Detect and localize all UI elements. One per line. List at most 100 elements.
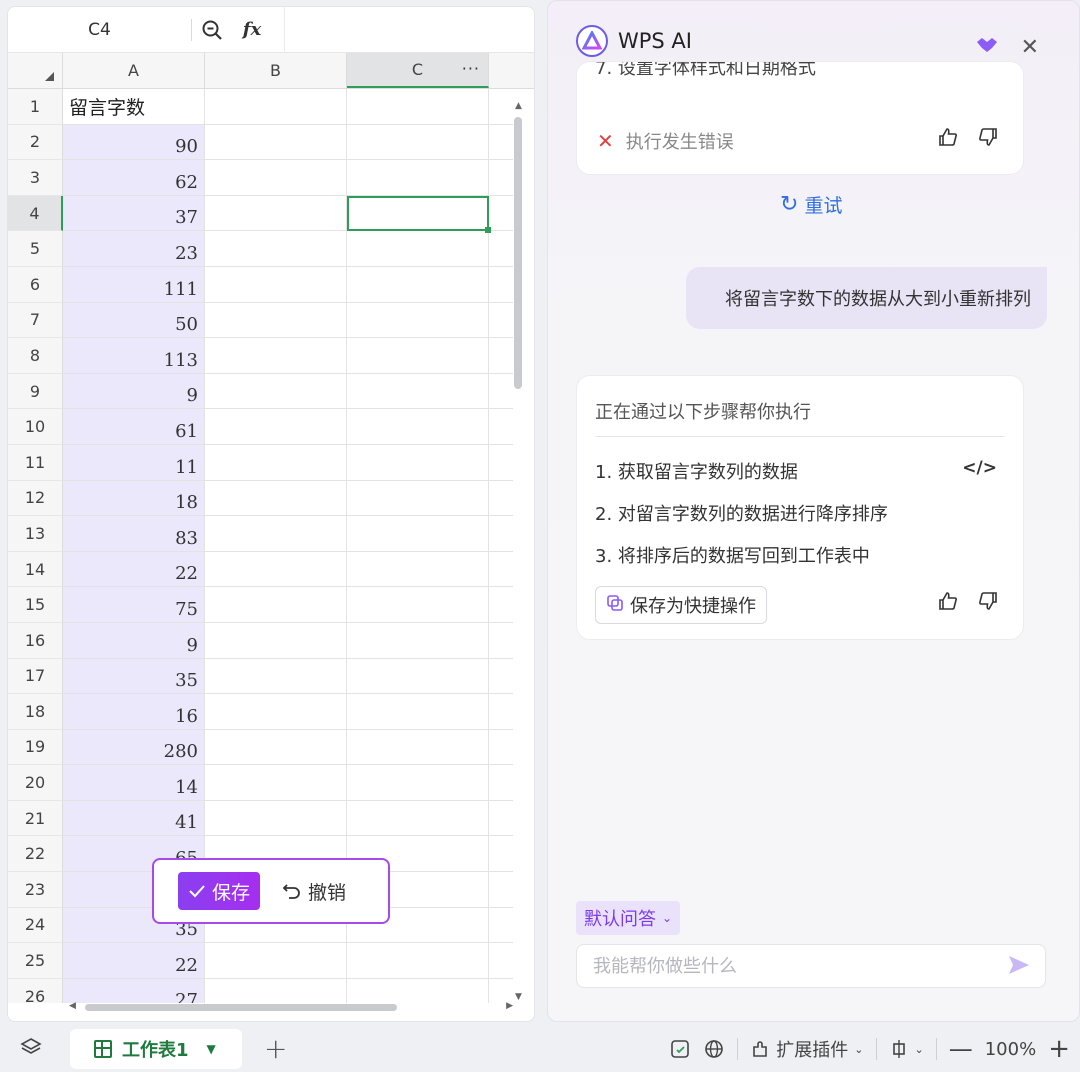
thumbs-up-icon[interactable] [937, 126, 959, 153]
cell-b[interactable] [205, 943, 347, 979]
cell-a[interactable]: 111 [63, 266, 205, 303]
globe-icon[interactable] [703, 1038, 725, 1060]
cell-c[interactable] [347, 516, 489, 552]
cell-c[interactable] [347, 231, 489, 267]
cell-c[interactable] [347, 338, 489, 374]
zoom-level[interactable]: 100% [985, 1039, 1036, 1060]
cell-d[interactable] [489, 872, 513, 908]
proofread-icon[interactable] [669, 1038, 691, 1060]
cell-a[interactable]: 22 [63, 551, 205, 588]
cell-a[interactable]: 37 [63, 195, 205, 232]
cell-a[interactable]: 62 [63, 160, 205, 196]
cell-b[interactable] [205, 978, 347, 1003]
cell-c[interactable] [347, 658, 489, 695]
cell-d[interactable] [489, 943, 513, 979]
row-header[interactable]: 3 [8, 160, 63, 196]
row-header[interactable]: 11 [8, 444, 63, 481]
selected-cell-c4[interactable] [347, 195, 491, 234]
cell-c[interactable] [347, 266, 489, 303]
column-header-a[interactable]: A [63, 53, 205, 88]
cell-b[interactable] [205, 587, 347, 623]
cell-c[interactable] [347, 551, 489, 588]
thumbs-up-icon[interactable] [937, 590, 959, 617]
row-header[interactable]: 19 [8, 729, 63, 766]
cell-d[interactable] [489, 409, 513, 445]
row-header[interactable]: 1 [8, 89, 63, 125]
cell-a[interactable]: 90 [63, 124, 205, 161]
select-all-corner[interactable] [8, 53, 63, 88]
cell-a[interactable]: 61 [63, 409, 205, 445]
formula-input[interactable] [284, 7, 534, 52]
cell-d[interactable] [489, 623, 513, 659]
row-header[interactable]: 13 [8, 516, 63, 552]
cell-b[interactable] [205, 516, 347, 552]
cell-a[interactable]: 280 [63, 729, 205, 766]
cell-a[interactable]: 23 [63, 231, 205, 267]
cell-d[interactable] [489, 694, 513, 730]
cell-c[interactable] [347, 124, 489, 161]
cell-d[interactable] [489, 267, 513, 303]
fill-handle[interactable] [485, 227, 491, 234]
row-header[interactable]: 12 [8, 480, 63, 517]
scroll-left-icon[interactable]: ◀ [69, 1001, 76, 1011]
retry-button[interactable]: ↻ 重试 [780, 191, 842, 218]
mode-selector[interactable]: 默认问答 ⌄ [576, 901, 681, 935]
cell-a[interactable]: 11 [63, 444, 205, 481]
cell-d[interactable] [489, 89, 513, 125]
cell-c[interactable] [347, 302, 489, 339]
undo-button[interactable]: 撤销 [282, 878, 346, 905]
row-header[interactable]: 9 [8, 373, 63, 410]
cell-d[interactable] [489, 587, 513, 623]
cell-d[interactable] [489, 481, 513, 517]
cell-b[interactable] [205, 800, 347, 837]
cell-a[interactable]: 113 [63, 338, 205, 374]
cell-c[interactable] [347, 729, 489, 766]
cell-b[interactable] [205, 658, 347, 695]
cell-d[interactable] [489, 552, 513, 588]
row-header[interactable]: 15 [8, 587, 63, 623]
function-fx-icon[interactable]: fx [232, 15, 272, 45]
row-header[interactable]: 26 [8, 978, 63, 1003]
cell-a[interactable]: 41 [63, 800, 205, 837]
cell-c[interactable] [347, 409, 489, 445]
ai-prompt-input[interactable] [593, 955, 993, 977]
name-box[interactable]: C4 [8, 20, 191, 40]
cell-d[interactable] [489, 765, 513, 801]
cell-c[interactable] [347, 587, 489, 623]
cell-d[interactable] [489, 801, 513, 837]
cell-a[interactable]: 22 [63, 943, 205, 979]
zoom-out-icon[interactable]: — [949, 1035, 973, 1063]
cell-b[interactable] [205, 373, 347, 410]
view-layout-button[interactable]: ⌄ [889, 1039, 924, 1059]
vertical-scrollbar[interactable]: ▲ ▼ [512, 97, 526, 1002]
cell-b[interactable] [205, 409, 347, 445]
cell-d[interactable] [489, 979, 513, 1003]
cell-a[interactable]: 83 [63, 516, 205, 552]
row-header[interactable]: 7 [8, 302, 63, 339]
row-header[interactable]: 21 [8, 800, 63, 837]
cell-a[interactable]: 16 [63, 694, 205, 730]
cell-b[interactable] [205, 551, 347, 588]
cell-b[interactable] [205, 729, 347, 766]
cell-d[interactable] [489, 730, 513, 766]
extension-plugins-button[interactable]: 扩展插件 ⌄ [750, 1036, 864, 1062]
cell-c[interactable] [347, 373, 489, 410]
cell-c[interactable] [347, 160, 489, 196]
add-sheet-icon[interactable]: + [264, 1032, 287, 1065]
cell-b[interactable] [205, 231, 347, 267]
row-header[interactable]: 16 [8, 622, 63, 659]
cell-a[interactable]: 9 [63, 622, 205, 659]
cell-b[interactable] [205, 89, 347, 125]
cell-b[interactable] [205, 302, 347, 339]
cell-b[interactable] [205, 694, 347, 730]
row-header[interactable]: 25 [8, 943, 63, 979]
code-view-icon[interactable]: </> [962, 458, 997, 478]
cell-b[interactable] [205, 480, 347, 517]
row-header[interactable]: 4 [8, 195, 63, 232]
zoom-in-icon[interactable]: + [1048, 1034, 1070, 1064]
more-options-icon[interactable]: ··· [462, 59, 480, 78]
cell-a[interactable]: 27 [63, 978, 205, 1003]
layers-icon[interactable] [20, 1036, 42, 1063]
cell-d[interactable] [489, 196, 513, 232]
vertical-scroll-thumb[interactable] [514, 117, 522, 389]
